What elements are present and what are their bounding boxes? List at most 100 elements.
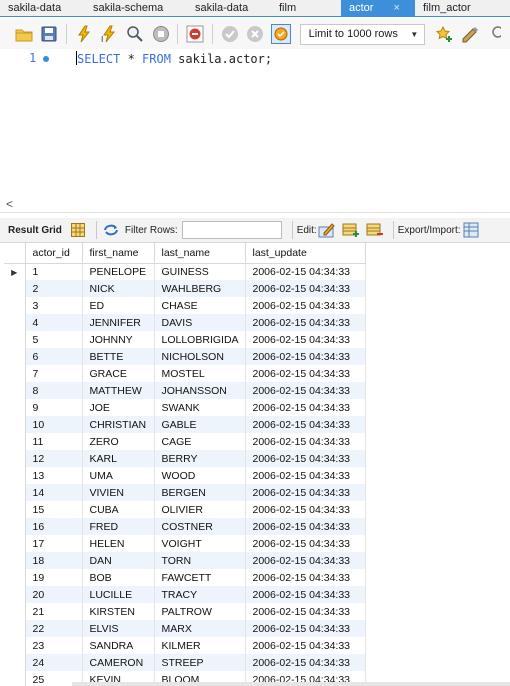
cell-first-name[interactable]: ELVIS — [82, 620, 155, 637]
cell-last-update[interactable]: 2006-02-15 04:34:33 — [245, 620, 366, 637]
cell-first-name[interactable]: CAMERON — [82, 654, 155, 671]
cell-last-update[interactable]: 2006-02-15 04:34:33 — [245, 314, 366, 331]
row-indicator[interactable] — [4, 535, 26, 552]
result-grid[interactable]: actor_id first_name last_name last_update ▶… — [4, 243, 510, 686]
cell-actor-id[interactable]: 11 — [25, 433, 83, 450]
cell-actor-id[interactable]: 9 — [25, 399, 83, 416]
row-indicator[interactable] — [4, 501, 26, 518]
cell-last-name[interactable]: OLIVIER — [154, 501, 246, 518]
cell-first-name[interactable]: JOHNNY — [82, 331, 155, 348]
cell-actor-id[interactable]: 21 — [25, 603, 83, 620]
cell-actor-id[interactable]: 18 — [25, 552, 83, 569]
execute-current-icon[interactable]: I — [99, 23, 121, 45]
cell-last-update[interactable]: 2006-02-15 04:34:33 — [245, 484, 366, 501]
row-indicator[interactable] — [4, 569, 26, 586]
column-header-last-name[interactable]: last_name — [154, 243, 246, 264]
table-row[interactable]: 16 FRED COSTNER 2006-02-15 04:34:33 — [4, 518, 366, 535]
cell-last-update[interactable]: 2006-02-15 04:34:33 — [245, 331, 366, 348]
editor-horizontal-scrollbar[interactable]: < — [0, 195, 510, 213]
cell-first-name[interactable]: JOE — [82, 399, 155, 416]
cell-last-update[interactable]: 2006-02-15 04:34:33 — [245, 467, 366, 484]
table-row[interactable]: 21 KIRSTEN PALTROW 2006-02-15 04:34:33 — [4, 603, 366, 620]
cell-last-update[interactable]: 2006-02-15 04:34:33 — [245, 263, 366, 280]
table-row[interactable]: 6 BETTE NICHOLSON 2006-02-15 04:34:33 — [4, 348, 366, 365]
cell-actor-id[interactable]: 5 — [25, 331, 83, 348]
cell-last-name[interactable]: PALTROW — [154, 603, 246, 620]
cell-last-name[interactable]: KILMER — [154, 637, 246, 654]
cell-actor-id[interactable]: 24 — [25, 654, 83, 671]
cell-actor-id[interactable]: 13 — [25, 467, 83, 484]
table-row[interactable]: 20 LUCILLE TRACY 2006-02-15 04:34:33 — [4, 586, 366, 603]
row-indicator[interactable] — [4, 416, 26, 433]
cell-first-name[interactable]: KARL — [82, 450, 155, 467]
tab-actor[interactable]: actor × — [341, 0, 415, 17]
table-row[interactable]: 23 SANDRA KILMER 2006-02-15 04:34:33 — [4, 637, 366, 654]
cell-last-update[interactable]: 2006-02-15 04:34:33 — [245, 501, 366, 518]
cell-actor-id[interactable]: 16 — [25, 518, 83, 535]
cell-first-name[interactable]: BETTE — [82, 348, 155, 365]
cell-actor-id[interactable]: 19 — [25, 569, 83, 586]
save-icon[interactable] — [39, 23, 61, 45]
row-indicator[interactable] — [4, 297, 26, 314]
grid-horizontal-scrollbar[interactable] — [72, 682, 510, 686]
cell-last-update[interactable]: 2006-02-15 04:34:33 — [245, 399, 366, 416]
cell-actor-id[interactable]: 15 — [25, 501, 83, 518]
cell-last-name[interactable]: MARX — [154, 620, 246, 637]
stop-icon[interactable] — [150, 23, 172, 45]
rollback-icon[interactable] — [244, 23, 266, 45]
find-icon[interactable] — [484, 23, 506, 45]
cell-actor-id[interactable]: 8 — [25, 382, 83, 399]
cell-last-update[interactable]: 2006-02-15 04:34:33 — [245, 552, 366, 569]
row-indicator[interactable] — [4, 331, 26, 348]
row-indicator[interactable] — [4, 637, 26, 654]
cell-actor-id[interactable]: 6 — [25, 348, 83, 365]
table-row[interactable]: 18 DAN TORN 2006-02-15 04:34:33 — [4, 552, 366, 569]
commit-icon[interactable] — [219, 23, 241, 45]
table-row[interactable]: 7 GRACE MOSTEL 2006-02-15 04:34:33 — [4, 365, 366, 382]
row-indicator[interactable] — [4, 433, 26, 450]
beautify-icon[interactable] — [459, 23, 481, 45]
cell-last-name[interactable]: MOSTEL — [154, 365, 246, 382]
row-indicator[interactable]: ▶ — [4, 263, 26, 280]
cell-last-update[interactable]: 2006-02-15 04:34:33 — [245, 518, 366, 535]
cell-last-update[interactable]: 2006-02-15 04:34:33 — [245, 535, 366, 552]
cell-last-name[interactable]: JOHANSSON — [154, 382, 246, 399]
row-indicator[interactable] — [4, 518, 26, 535]
cell-last-name[interactable]: FAWCETT — [154, 569, 246, 586]
sql-code-line[interactable]: SELECT * FROM sakila.actor; — [76, 51, 272, 66]
cell-first-name[interactable]: UMA — [82, 467, 155, 484]
cell-last-name[interactable]: VOIGHT — [154, 535, 246, 552]
edit-row-icon[interactable] — [317, 221, 337, 239]
cell-last-name[interactable]: COSTNER — [154, 518, 246, 535]
cell-first-name[interactable]: CHRISTIAN — [82, 416, 155, 433]
table-row[interactable]: 22 ELVIS MARX 2006-02-15 04:34:33 — [4, 620, 366, 637]
cell-actor-id[interactable]: 17 — [25, 535, 83, 552]
cell-last-update[interactable]: 2006-02-15 04:34:33 — [245, 654, 366, 671]
tab-sakila-data[interactable]: sakila-data — [187, 0, 271, 17]
cell-last-name[interactable]: STREEP — [154, 654, 246, 671]
close-icon[interactable]: × — [393, 0, 399, 16]
autocommit-icon[interactable] — [270, 23, 292, 45]
cell-last-name[interactable]: TRACY — [154, 586, 246, 603]
tab-film-actor[interactable]: film_actor — [415, 0, 510, 17]
table-row[interactable]: 8 MATTHEW JOHANSSON 2006-02-15 04:34:33 — [4, 382, 366, 399]
column-header-first-name[interactable]: first_name — [82, 243, 155, 264]
cell-first-name[interactable]: NICK — [82, 280, 155, 297]
refresh-icon[interactable] — [101, 221, 121, 239]
row-indicator[interactable] — [4, 671, 26, 686]
table-row[interactable]: 3 ED CHASE 2006-02-15 04:34:33 — [4, 297, 366, 314]
row-indicator[interactable] — [4, 603, 26, 620]
cell-last-update[interactable]: 2006-02-15 04:34:33 — [245, 603, 366, 620]
cell-first-name[interactable]: CUBA — [82, 501, 155, 518]
cell-last-update[interactable]: 2006-02-15 04:34:33 — [245, 280, 366, 297]
result-grid-label[interactable]: Result Grid — [4, 225, 68, 236]
cell-last-update[interactable]: 2006-02-15 04:34:33 — [245, 297, 366, 314]
cell-actor-id[interactable]: 22 — [25, 620, 83, 637]
filter-rows-input[interactable] — [181, 221, 282, 239]
cell-actor-id[interactable]: 1 — [25, 263, 83, 280]
cell-last-name[interactable]: NICHOLSON — [154, 348, 246, 365]
cell-last-name[interactable]: GABLE — [154, 416, 246, 433]
cell-first-name[interactable]: SANDRA — [82, 637, 155, 654]
column-header-actor-id[interactable]: actor_id — [25, 243, 83, 264]
row-indicator[interactable] — [4, 552, 26, 569]
